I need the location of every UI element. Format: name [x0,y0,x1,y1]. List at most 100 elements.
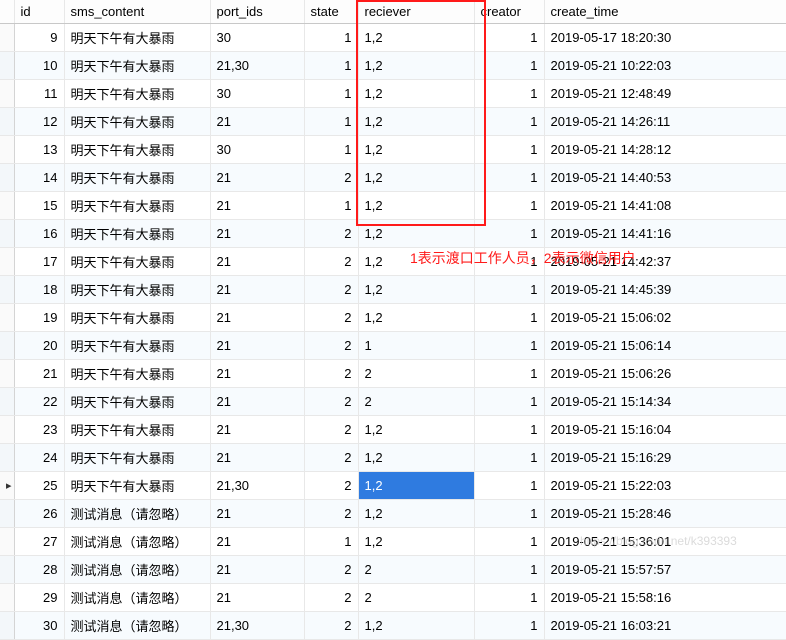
cell-create-time[interactable]: 2019-05-17 18:20:30 [544,24,786,52]
table-row[interactable]: 30测试消息（请忽略）21,3021,212019-05-21 16:03:21 [0,612,786,640]
cell-id[interactable]: 12 [14,108,64,136]
cell-reciever[interactable]: 1,2 [358,304,474,332]
cell-reciever[interactable]: 1,2 [358,136,474,164]
table-row[interactable]: 16明天下午有大暴雨2121,212019-05-21 14:41:16 [0,220,786,248]
cell-reciever[interactable]: 1,2 [358,500,474,528]
col-create-time[interactable]: create_time [544,0,786,24]
table-row[interactable]: 11明天下午有大暴雨3011,212019-05-21 12:48:49 [0,80,786,108]
cell-creator[interactable]: 1 [474,388,544,416]
cell-id[interactable]: 20 [14,332,64,360]
cell-create-time[interactable]: 2019-05-21 15:36:01 [544,528,786,556]
cell-reciever[interactable]: 1,2 [358,52,474,80]
col-sms-content[interactable]: sms_content [64,0,210,24]
cell-creator[interactable]: 1 [474,164,544,192]
cell-port-ids[interactable]: 21 [210,388,304,416]
cell-reciever[interactable]: 1,2 [358,220,474,248]
cell-create-time[interactable]: 2019-05-21 15:14:34 [544,388,786,416]
cell-port-ids[interactable]: 21 [210,444,304,472]
cell-port-ids[interactable]: 21 [210,164,304,192]
cell-reciever[interactable]: 1,2 [358,416,474,444]
col-state[interactable]: state [304,0,358,24]
cell-sms-content[interactable]: 明天下午有大暴雨 [64,360,210,388]
cell-port-ids[interactable]: 21 [210,304,304,332]
table-row[interactable]: ▸25明天下午有大暴雨21,3021,212019-05-21 15:22:03 [0,472,786,500]
cell-id[interactable]: 24 [14,444,64,472]
cell-state[interactable]: 2 [304,472,358,500]
cell-create-time[interactable]: 2019-05-21 16:03:21 [544,612,786,640]
cell-sms-content[interactable]: 明天下午有大暴雨 [64,276,210,304]
cell-creator[interactable]: 1 [474,472,544,500]
cell-id[interactable]: 18 [14,276,64,304]
cell-create-time[interactable]: 2019-05-21 14:45:39 [544,276,786,304]
cell-state[interactable]: 2 [304,388,358,416]
table-row[interactable]: 21明天下午有大暴雨212212019-05-21 15:06:26 [0,360,786,388]
cell-reciever[interactable]: 1,2 [358,192,474,220]
cell-reciever[interactable]: 1 [358,332,474,360]
cell-create-time[interactable]: 2019-05-21 14:42:37 [544,248,786,276]
cell-state[interactable]: 2 [304,276,358,304]
cell-sms-content[interactable]: 测试消息（请忽略） [64,500,210,528]
cell-reciever[interactable]: 1,2 [358,108,474,136]
cell-reciever[interactable]: 1,2 [358,472,474,500]
cell-reciever[interactable]: 1,2 [358,80,474,108]
cell-state[interactable]: 2 [304,304,358,332]
cell-port-ids[interactable]: 21 [210,192,304,220]
cell-state[interactable]: 2 [304,220,358,248]
cell-reciever[interactable]: 1,2 [358,248,474,276]
cell-creator[interactable]: 1 [474,248,544,276]
cell-create-time[interactable]: 2019-05-21 15:16:04 [544,416,786,444]
cell-id[interactable]: 13 [14,136,64,164]
cell-port-ids[interactable]: 21 [210,276,304,304]
cell-reciever[interactable]: 2 [358,388,474,416]
cell-reciever[interactable]: 1,2 [358,444,474,472]
cell-creator[interactable]: 1 [474,360,544,388]
cell-reciever[interactable]: 1,2 [358,24,474,52]
cell-state[interactable]: 1 [304,80,358,108]
table-row[interactable]: 13明天下午有大暴雨3011,212019-05-21 14:28:12 [0,136,786,164]
cell-port-ids[interactable]: 30 [210,80,304,108]
cell-id[interactable]: 14 [14,164,64,192]
cell-create-time[interactable]: 2019-05-21 15:06:14 [544,332,786,360]
cell-state[interactable]: 2 [304,416,358,444]
cell-creator[interactable]: 1 [474,136,544,164]
table-row[interactable]: 23明天下午有大暴雨2121,212019-05-21 15:16:04 [0,416,786,444]
cell-create-time[interactable]: 2019-05-21 15:06:02 [544,304,786,332]
cell-state[interactable]: 1 [304,136,358,164]
cell-port-ids[interactable]: 21,30 [210,52,304,80]
cell-sms-content[interactable]: 明天下午有大暴雨 [64,164,210,192]
cell-sms-content[interactable]: 明天下午有大暴雨 [64,332,210,360]
cell-creator[interactable]: 1 [474,332,544,360]
cell-creator[interactable]: 1 [474,528,544,556]
table-row[interactable]: 10明天下午有大暴雨21,3011,212019-05-21 10:22:03 [0,52,786,80]
cell-creator[interactable]: 1 [474,192,544,220]
cell-state[interactable]: 2 [304,444,358,472]
cell-port-ids[interactable]: 30 [210,24,304,52]
cell-reciever[interactable]: 1,2 [358,164,474,192]
cell-create-time[interactable]: 2019-05-21 14:41:08 [544,192,786,220]
cell-create-time[interactable]: 2019-05-21 10:22:03 [544,52,786,80]
col-creator[interactable]: creator [474,0,544,24]
cell-id[interactable]: 21 [14,360,64,388]
cell-port-ids[interactable]: 21 [210,332,304,360]
cell-create-time[interactable]: 2019-05-21 14:26:11 [544,108,786,136]
cell-state[interactable]: 2 [304,500,358,528]
cell-creator[interactable]: 1 [474,220,544,248]
cell-create-time[interactable]: 2019-05-21 15:16:29 [544,444,786,472]
cell-id[interactable]: 17 [14,248,64,276]
table-row[interactable]: 12明天下午有大暴雨2111,212019-05-21 14:26:11 [0,108,786,136]
data-grid[interactable]: id sms_content port_ids state reciever c… [0,0,786,640]
cell-create-time[interactable]: 2019-05-21 14:41:16 [544,220,786,248]
cell-creator[interactable]: 1 [474,584,544,612]
cell-state[interactable]: 2 [304,164,358,192]
cell-port-ids[interactable]: 21 [210,220,304,248]
cell-reciever[interactable]: 1,2 [358,276,474,304]
table-row[interactable]: 14明天下午有大暴雨2121,212019-05-21 14:40:53 [0,164,786,192]
cell-sms-content[interactable]: 明天下午有大暴雨 [64,416,210,444]
cell-port-ids[interactable]: 21,30 [210,612,304,640]
cell-creator[interactable]: 1 [474,108,544,136]
cell-port-ids[interactable]: 21 [210,528,304,556]
cell-sms-content[interactable]: 测试消息（请忽略） [64,584,210,612]
cell-sms-content[interactable]: 测试消息（请忽略） [64,612,210,640]
cell-port-ids[interactable]: 30 [210,136,304,164]
cell-create-time[interactable]: 2019-05-21 14:40:53 [544,164,786,192]
